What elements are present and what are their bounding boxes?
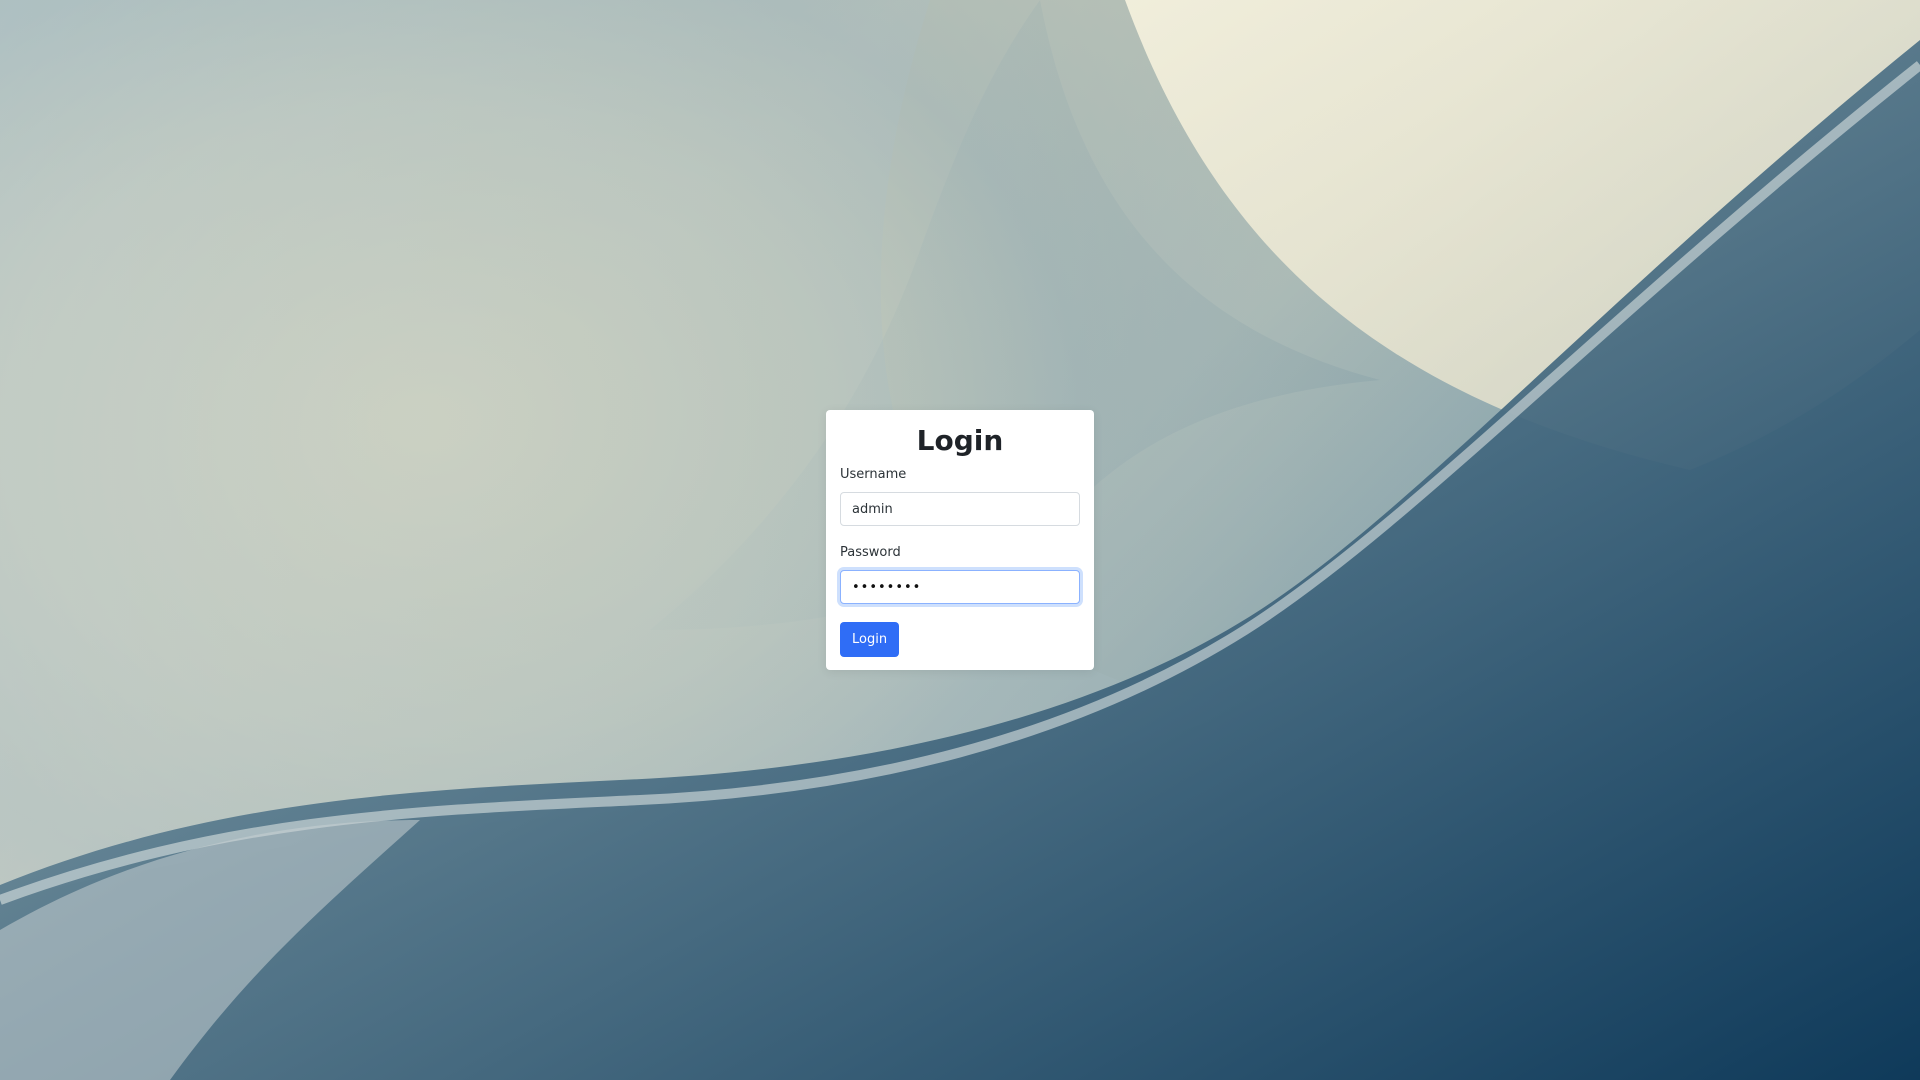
login-button[interactable]: Login [840, 622, 900, 657]
password-input[interactable] [840, 570, 1080, 604]
login-title: Login [916, 424, 1004, 457]
password-label: Password [840, 545, 901, 560]
login-card: Login Username Password Login [826, 410, 1094, 670]
username-label: Username [840, 467, 907, 482]
username-input[interactable] [840, 492, 1080, 526]
